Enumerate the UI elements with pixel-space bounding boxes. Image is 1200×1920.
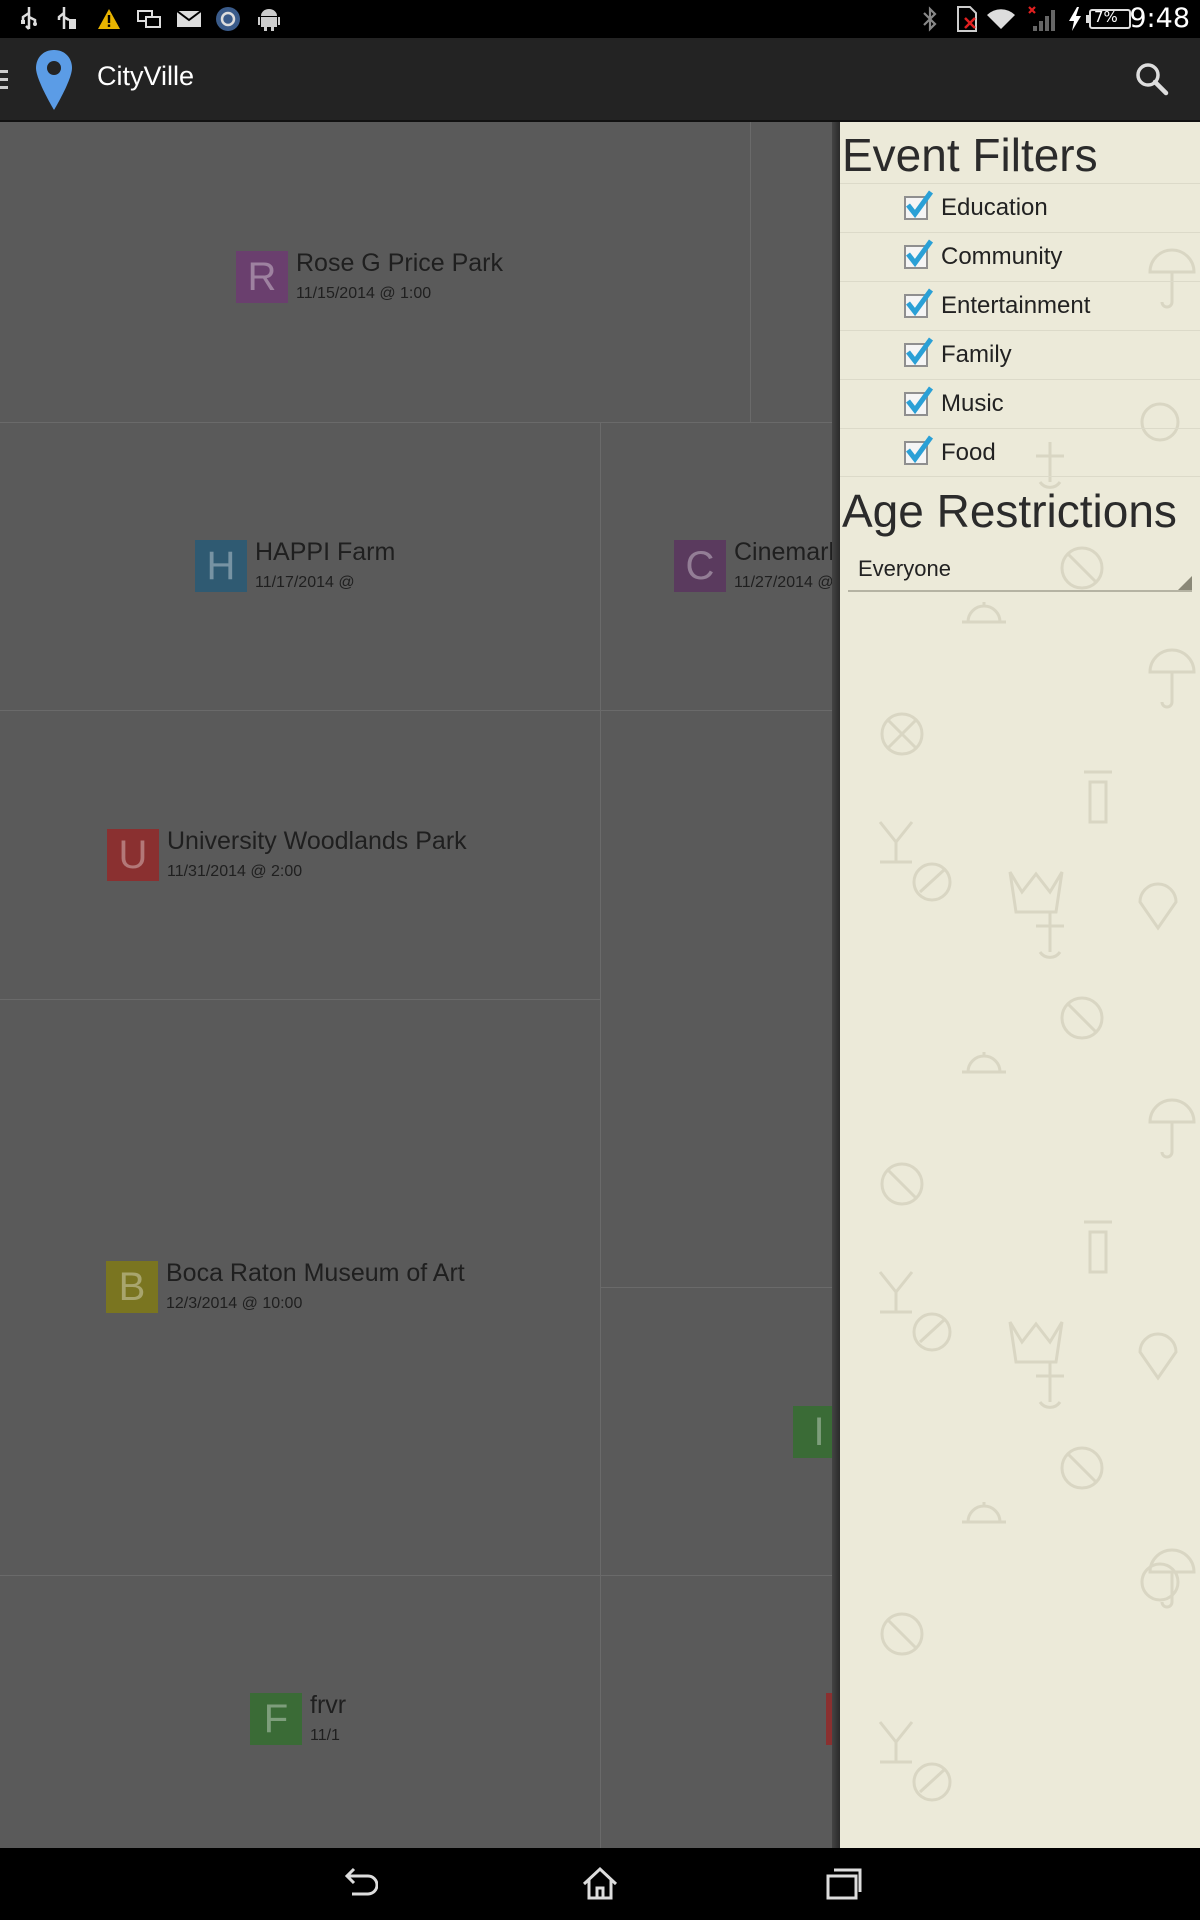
event-letter-badge: U: [107, 829, 159, 881]
age-restrictions-heading: Age Restrictions: [842, 485, 1177, 537]
action-bar: CityVille: [0, 38, 1200, 122]
education-label: Education: [941, 194, 1048, 221]
event-title: University Woodlands Park: [167, 827, 467, 855]
grid-divider: [600, 1287, 840, 1288]
wifi-icon: [986, 8, 1016, 30]
mail-icon: [176, 8, 202, 30]
filter-drawer: Event Filters Education Community Entert…: [840, 122, 1200, 1848]
event-date: 11/31/2014 @ 2:00: [167, 863, 303, 880]
sync-app-icon: [215, 7, 241, 31]
android-icon: [258, 8, 280, 31]
community-checkbox[interactable]: [904, 239, 934, 269]
search-icon[interactable]: [1135, 62, 1169, 96]
filter-food[interactable]: Food: [840, 428, 1200, 477]
charging-icon: [1068, 7, 1082, 31]
home-icon[interactable]: [580, 1864, 620, 1904]
event-letter-badge: R: [236, 251, 288, 303]
no-sim-icon: [955, 6, 979, 32]
filter-community[interactable]: Community: [840, 232, 1200, 281]
entertainment-label: Entertainment: [941, 292, 1091, 319]
event-date: 11/15/2014 @ 1:00: [296, 285, 432, 302]
menu-icon[interactable]: [0, 70, 8, 94]
entertainment-checkbox[interactable]: [904, 288, 934, 318]
warning-icon: [97, 8, 121, 30]
event-date: 11/1: [310, 1727, 340, 1744]
event-date: 12/3/2014 @ 10:00: [166, 1295, 303, 1312]
filter-family[interactable]: Family: [840, 330, 1200, 379]
usb-debug-icon: [56, 7, 78, 30]
food-label: Food: [941, 439, 996, 466]
event-letter-badge: C: [674, 540, 726, 592]
event-date: 11/17/2014 @: [255, 574, 355, 591]
usb-icon: [18, 7, 40, 30]
education-checkbox[interactable]: [904, 190, 934, 220]
event-letter-badge: F: [250, 1693, 302, 1745]
family-checkbox[interactable]: [904, 337, 934, 367]
grid-divider: [0, 710, 840, 711]
bluetooth-icon: [920, 6, 940, 32]
app-title: CityVille: [97, 61, 195, 91]
signal-icon: [1025, 6, 1059, 31]
event-title: frvr: [310, 1691, 347, 1719]
event-title: Cinemark: [734, 538, 840, 566]
map-pin-icon[interactable]: [34, 48, 74, 112]
event-grid: R Rose G Price Park 11/15/2014 @ 1:00 H …: [0, 122, 840, 1848]
battery-percent: 7%: [1094, 8, 1118, 26]
filter-education[interactable]: Education: [840, 183, 1200, 232]
age-restriction-value: Everyone: [858, 556, 951, 581]
grid-divider: [600, 422, 601, 1848]
recent-apps-icon[interactable]: [824, 1864, 864, 1904]
grid-divider: [750, 122, 751, 422]
event-title: HAPPI Farm: [255, 538, 396, 566]
grid-divider: [0, 1575, 840, 1576]
music-checkbox[interactable]: [904, 386, 934, 416]
event-date: 11/27/2014 @: [734, 574, 834, 591]
age-restriction-dropdown[interactable]: Everyone: [848, 548, 1192, 592]
grid-divider: [0, 999, 600, 1000]
food-checkbox[interactable]: [904, 435, 934, 465]
grid-divider: [0, 422, 840, 423]
system-nav-bar: [0, 1848, 1200, 1920]
status-bar: 7% 9:48: [0, 0, 1200, 38]
music-label: Music: [941, 390, 1004, 417]
event-title: Boca Raton Museum of Art: [166, 1259, 465, 1287]
event-letter-badge: H: [195, 540, 247, 592]
back-icon[interactable]: [338, 1864, 379, 1904]
filter-music[interactable]: Music: [840, 379, 1200, 428]
event-letter-badge: B: [106, 1261, 158, 1313]
screen-mirror-icon: [137, 8, 161, 30]
family-label: Family: [941, 341, 1012, 368]
drawer-shadow: [832, 122, 840, 1848]
event-title: Rose G Price Park: [296, 249, 504, 277]
dropdown-arrow-icon: [1178, 576, 1192, 590]
event-filters-heading: Event Filters: [842, 129, 1098, 181]
community-label: Community: [941, 243, 1063, 270]
clock: 9:48: [1129, 3, 1190, 34]
filter-entertainment[interactable]: Entertainment: [840, 281, 1200, 330]
